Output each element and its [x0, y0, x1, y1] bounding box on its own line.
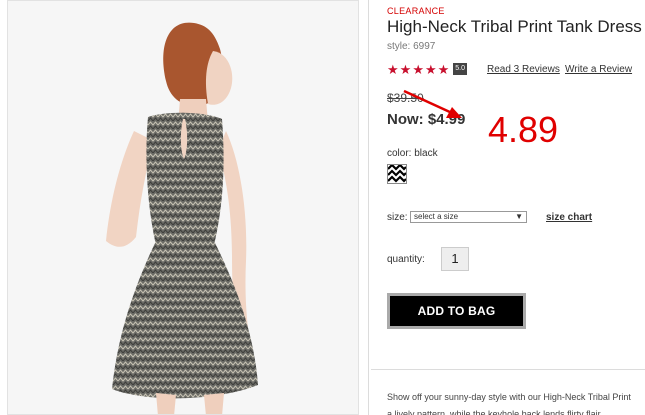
style-number: style: 6997 [387, 41, 436, 52]
model-illustration [8, 1, 358, 414]
add-to-bag-button[interactable]: ADD TO BAG [387, 293, 526, 329]
quantity-field[interactable]: 1 [441, 247, 469, 271]
color-label: color: black [387, 148, 438, 159]
description-line: Show off your sunny-day style with our H… [387, 392, 631, 402]
sale-price: Now: $4.99 [387, 111, 466, 128]
read-reviews-link[interactable]: Read 3 Reviews [487, 64, 560, 75]
product-title: High-Neck Tribal Print Tank Dress [387, 17, 642, 36]
clearance-badge: CLEARANCE [387, 6, 445, 16]
size-select[interactable]: select a size ▼ [410, 211, 527, 223]
column-divider [368, 0, 369, 415]
rating-stars: ★ ★ ★ ★ ★ 5.0 [387, 61, 468, 77]
annotation-price: 4.89 [488, 109, 559, 150]
size-label: size: [387, 212, 408, 223]
star-icon: ★ [387, 61, 399, 77]
description-line: a lively pattern, while the keyhole back… [387, 409, 603, 415]
quantity-label: quantity: [387, 254, 425, 265]
product-image[interactable] [7, 0, 359, 415]
color-swatch-black[interactable] [387, 164, 407, 184]
star-icon: ★ [437, 61, 450, 77]
product-description: Show off your sunny-day style with our H… [387, 389, 645, 415]
section-divider [371, 369, 645, 370]
write-review-link[interactable]: Write a Review [565, 64, 632, 75]
star-icon: ★ [424, 61, 437, 77]
size-chart-link[interactable]: size chart [546, 212, 592, 223]
rating-score-badge: 5.0 [453, 63, 468, 75]
star-icon: ★ [412, 61, 424, 77]
size-select-value: select a size [414, 212, 459, 221]
tribal-pattern-swatch [388, 165, 406, 183]
chevron-down-icon: ▼ [515, 212, 523, 221]
original-price: $39.50 [387, 91, 424, 105]
star-icon: ★ [399, 61, 412, 77]
